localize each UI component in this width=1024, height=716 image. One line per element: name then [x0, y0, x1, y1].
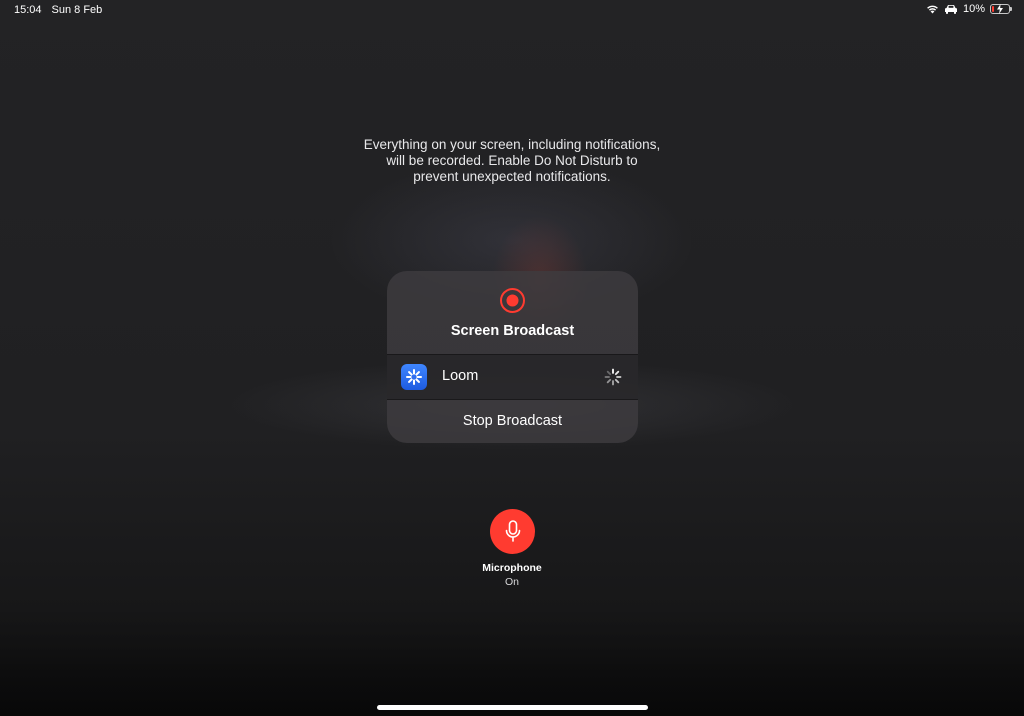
battery-percent: 10%: [962, 3, 985, 15]
spinner-icon: [604, 368, 622, 386]
panel-title: Screen Broadcast: [450, 323, 575, 339]
status-date: Sun 8 Feb: [51, 4, 103, 16]
charging-bolt-icon: [997, 4, 1003, 14]
microphone-label: Microphone: [482, 562, 542, 574]
status-time: 15:04: [14, 4, 42, 16]
microphone-icon: [505, 519, 520, 542]
status-bar: 15:04 Sun 8 Feb 10%: [0, 0, 1024, 22]
loom-label: Loom: [442, 368, 479, 384]
battery-level-fill: [992, 6, 994, 12]
microphone-toggle-button[interactable]: [490, 509, 535, 554]
broadcast-app-option-loom[interactable]: Loom: [387, 355, 638, 399]
recording-warning-text: Everything on your screen, including not…: [363, 137, 661, 184]
wifi-icon: [926, 4, 939, 14]
screen-broadcast-panel: Screen Broadcast Loom Stop Broadcast: [387, 271, 638, 443]
background-shade: [0, 606, 1024, 716]
battery-charging-icon: [990, 4, 1012, 14]
car-icon: [944, 4, 958, 14]
loom-app-icon: [401, 364, 427, 390]
home-indicator[interactable]: [377, 705, 648, 710]
record-icon: [500, 288, 525, 313]
stop-broadcast-button[interactable]: Stop Broadcast: [387, 400, 638, 443]
screen-broadcast-overlay[interactable]: 15:04 Sun 8 Feb 10% Everything on your s…: [0, 0, 1024, 716]
microphone-status: On: [504, 576, 519, 588]
